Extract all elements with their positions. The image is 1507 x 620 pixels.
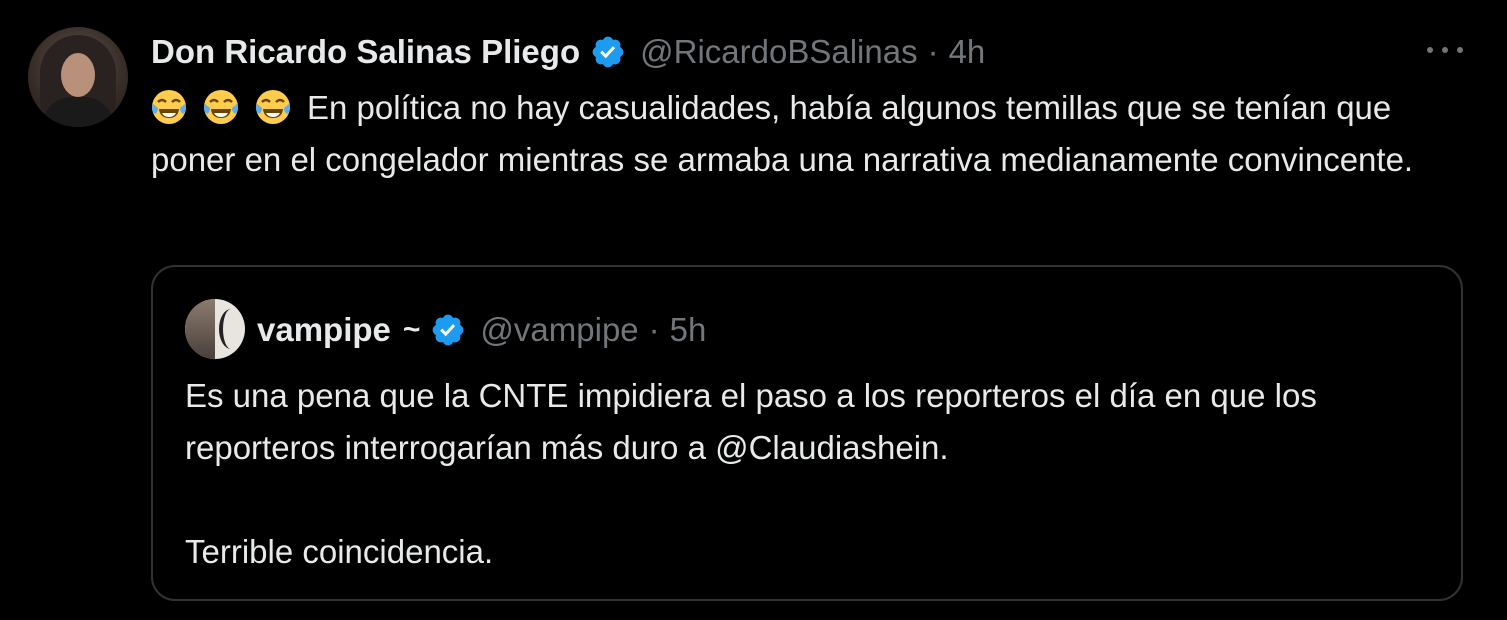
quoted-avatar-mark — [219, 309, 243, 349]
verified-badge-icon — [592, 36, 624, 68]
tweet-text: En política no hay casualidades, había a… — [151, 82, 1451, 186]
laughing-crying-emoji-icon — [151, 90, 187, 124]
quoted-header-separator: · — [648, 311, 660, 348]
quoted-tweet-header: vampipe ~ @vampipe · 5h — [257, 307, 706, 353]
tweet[interactable]: Don Ricardo Salinas Pliego @RicardoBSali… — [0, 0, 1507, 620]
quoted-author-avatar[interactable] — [185, 299, 245, 359]
quoted-tweet-paragraph: Terrible coincidencia. — [185, 533, 494, 570]
author-avatar[interactable] — [28, 27, 128, 127]
quoted-author-name-suffix: ~ — [402, 313, 421, 346]
quoted-tweet-timestamp[interactable]: 5h — [670, 311, 707, 349]
tweet-timestamp[interactable]: 4h — [949, 33, 986, 71]
author-name[interactable]: Don Ricardo Salinas Pliego — [151, 33, 580, 71]
laughing-crying-emoji-icon — [255, 90, 291, 124]
quoted-author-handle[interactable]: @vampipe — [480, 311, 638, 349]
quoted-tweet-text: Es una pena que la CNTE impidiera el pas… — [185, 370, 1425, 578]
avatar-face — [61, 53, 95, 97]
quoted-author-name[interactable]: vampipe — [257, 311, 391, 349]
more-options-icon[interactable] — [1425, 38, 1465, 62]
tweet-header: Don Ricardo Salinas Pliego @RicardoBSali… — [151, 30, 985, 74]
quoted-avatar-photo — [185, 299, 215, 359]
laughing-crying-emoji-icon — [203, 90, 239, 124]
quoted-tweet-paragraph: Es una pena que la CNTE impidiera el pas… — [185, 377, 1317, 466]
quoted-tweet[interactable]: vampipe ~ @vampipe · 5h Es una pena que … — [151, 265, 1463, 601]
author-handle[interactable]: @RicardoBSalinas — [640, 33, 917, 71]
tweet-body: En política no hay casualidades, había a… — [151, 89, 1414, 178]
verified-badge-icon — [433, 314, 464, 346]
header-separator: · — [927, 33, 939, 70]
